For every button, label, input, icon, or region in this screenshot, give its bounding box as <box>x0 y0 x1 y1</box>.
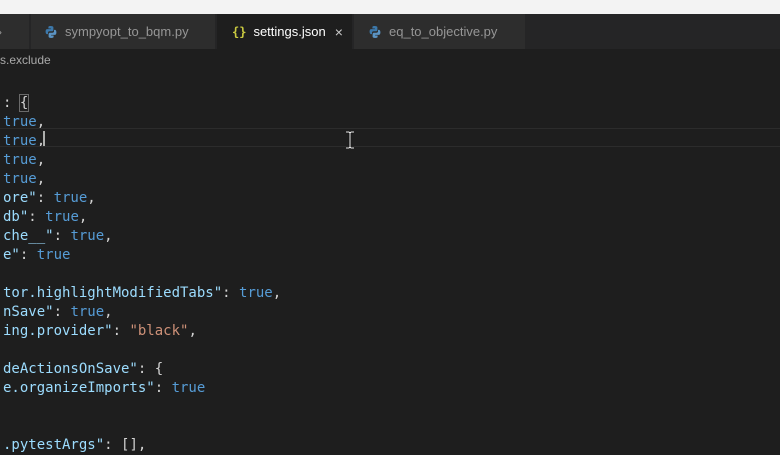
code-token: true <box>53 190 88 206</box>
code-line[interactable]: tor.highlightModifiedTabs": true, <box>0 284 780 303</box>
code-token: , <box>272 285 282 301</box>
code-token: : <box>53 304 71 320</box>
code-token: : <box>53 228 71 244</box>
code-token: nSave" <box>3 304 54 320</box>
code-token: : <box>104 437 122 453</box>
code-token: tor.highlightModifiedTabs" <box>3 285 223 301</box>
code-token: true <box>239 285 273 301</box>
code-token: true <box>3 152 37 168</box>
code-line[interactable] <box>0 265 780 284</box>
code-token: db" <box>3 209 29 225</box>
breadcrumb-item[interactable]: s.exclude <box>0 53 51 67</box>
breadcrumb[interactable]: s.exclude <box>0 49 780 71</box>
code-line[interactable] <box>0 398 780 417</box>
code-token: , <box>87 190 96 206</box>
code-line[interactable]: : { <box>0 94 780 113</box>
current-line-highlight <box>0 128 780 147</box>
code-token: : <box>137 361 155 377</box>
code-token: ing.provider" <box>3 323 113 339</box>
close-icon[interactable]: × <box>335 24 343 40</box>
code-token: true <box>171 380 206 396</box>
python-icon <box>44 25 58 39</box>
code-token: : <box>28 209 46 225</box>
code-token: , <box>36 171 46 187</box>
text-cursor <box>43 131 45 146</box>
tab-label: sympyopt_to_bqm.py <box>65 24 189 39</box>
chevron-right-icon: › <box>0 25 2 39</box>
code-line[interactable]: deActionsOnSave": { <box>0 360 780 379</box>
code-line[interactable]: e": true <box>0 246 780 265</box>
code-token: : <box>19 247 37 263</box>
json-icon: {} <box>232 24 247 39</box>
code-token: e.organizeImports" <box>3 380 155 396</box>
tab-label: settings.json <box>253 24 326 39</box>
tab-settings-json[interactable]: {} settings.json × <box>217 14 353 49</box>
code-token: : <box>222 285 240 301</box>
code-token: , <box>188 323 197 339</box>
code-line[interactable]: db": true, <box>0 208 780 227</box>
code-token: true <box>3 171 37 187</box>
code-line[interactable]: true, <box>0 170 780 189</box>
code-line[interactable]: true, <box>0 151 780 170</box>
code-line[interactable] <box>0 341 780 360</box>
code-line[interactable]: .pytestArgs": [], <box>0 436 780 455</box>
code-line[interactable]: nSave": true, <box>0 303 780 322</box>
code-token: true <box>70 228 105 244</box>
code-line[interactable]: che__": true, <box>0 227 780 246</box>
ibeam-cursor-icon <box>345 130 355 150</box>
code-line[interactable]: ore": true, <box>0 189 780 208</box>
code-line[interactable]: ing.provider": "black", <box>0 322 780 341</box>
tab-sympyopt-to-bqm[interactable]: sympyopt_to_bqm.py <box>31 14 216 49</box>
code-token: , <box>104 228 113 244</box>
code-token: , <box>78 209 88 225</box>
code-token: "black" <box>129 323 189 339</box>
code-token: .pytestArgs" <box>3 437 105 453</box>
code-token: deActionsOnSave" <box>3 361 138 377</box>
editor-tab-bar: › sympyopt_to_bqm.py {} settings.json × … <box>0 14 780 49</box>
code-token: { <box>154 361 164 377</box>
window-top-strip <box>0 0 780 14</box>
code-token: : <box>112 323 130 339</box>
code-token: true <box>36 247 71 263</box>
tab-eq-to-objective[interactable]: eq_to_objective.py <box>354 14 526 49</box>
code-token: , <box>104 304 113 320</box>
code-line[interactable]: e.organizeImports": true <box>0 379 780 398</box>
code-token: true <box>45 209 79 225</box>
code-token: : <box>3 95 20 111</box>
code-token: , <box>36 152 46 168</box>
code-token: { <box>18 94 30 112</box>
code-token: true <box>70 304 105 320</box>
code-line[interactable] <box>0 417 780 436</box>
code-token: che__" <box>3 228 54 244</box>
code-token: : <box>36 190 54 206</box>
code-line[interactable] <box>0 75 780 94</box>
python-icon <box>368 25 382 39</box>
code-token: ore" <box>3 190 37 206</box>
code-token: : <box>154 380 172 396</box>
code-token: [], <box>121 437 147 453</box>
code-token: e" <box>3 247 20 263</box>
tab-label: eq_to_objective.py <box>389 24 498 39</box>
tab-overflow-previous[interactable]: › <box>0 14 30 49</box>
